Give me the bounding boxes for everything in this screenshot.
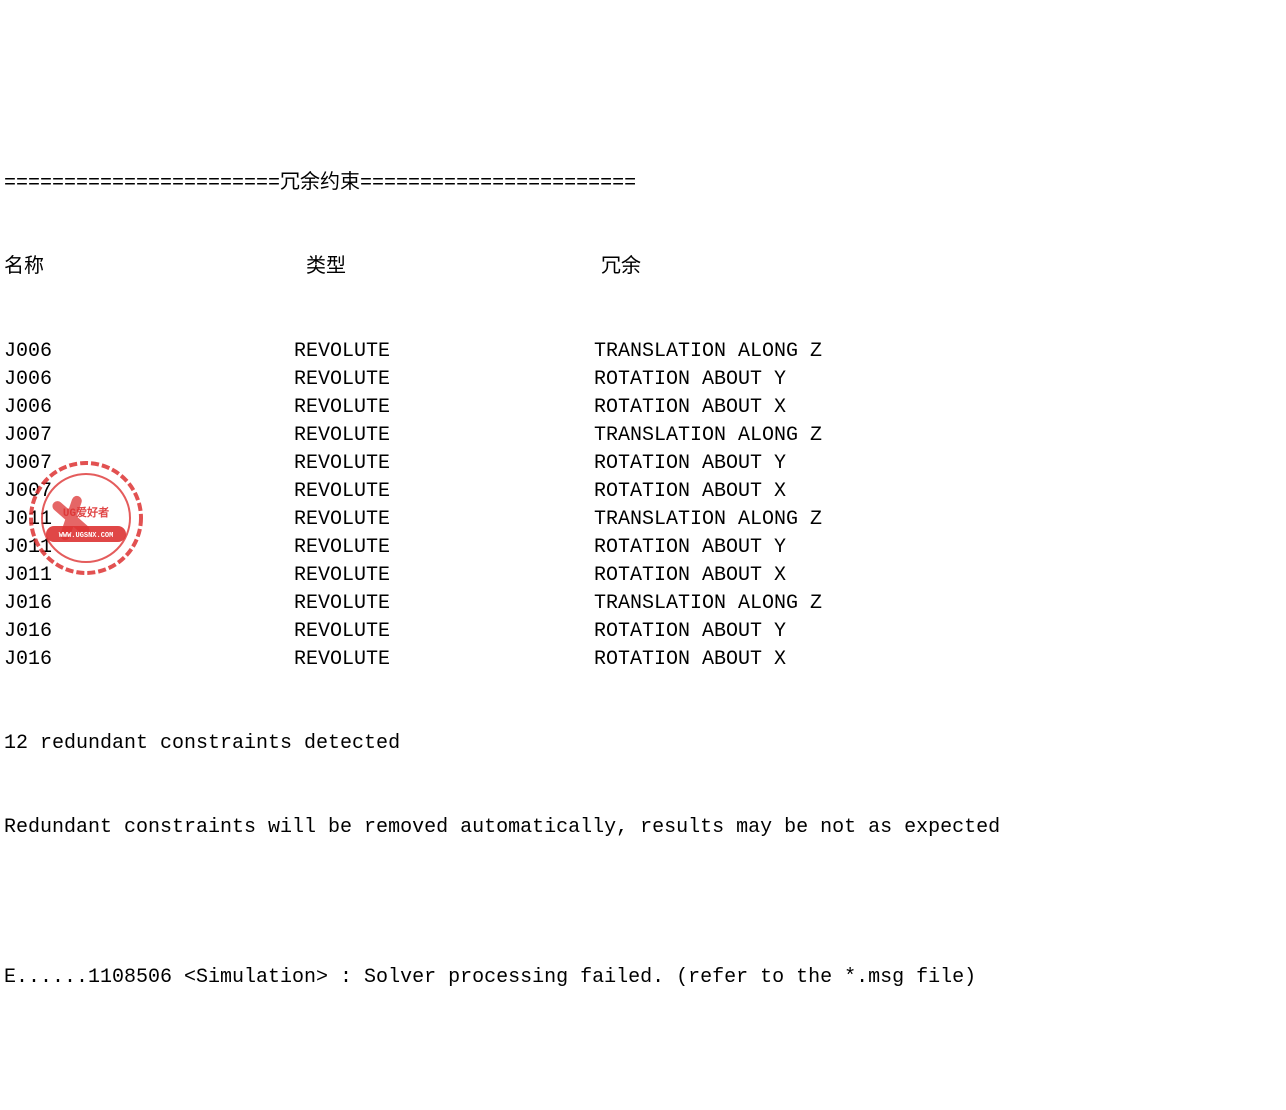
cell-name: J007 — [4, 422, 294, 450]
cell-type: REVOLUTE — [294, 534, 594, 562]
cell-name: J011 — [4, 562, 294, 590]
divider-left: ======================= — [4, 172, 280, 195]
table-row: J016REVOLUTEROTATION ABOUT Y — [4, 618, 1282, 646]
section-title: 冗余约束 — [280, 172, 360, 195]
detected-message: 12 redundant constraints detected — [4, 730, 1282, 758]
cell-redundant: TRANSLATION ALONG Z — [594, 422, 822, 450]
cell-name: J016 — [4, 646, 294, 674]
cell-redundant: ROTATION ABOUT X — [594, 478, 786, 506]
removed-message: Redundant constraints will be removed au… — [4, 814, 1282, 842]
cell-name: J006 — [4, 338, 294, 366]
divider-right: ======================= — [360, 172, 636, 195]
table-row: J007REVOLUTEROTATION ABOUT X — [4, 478, 1282, 506]
cell-name: J011 — [4, 534, 294, 562]
cell-name: J016 — [4, 618, 294, 646]
table-row: J006REVOLUTEROTATION ABOUT Y — [4, 366, 1282, 394]
cell-name: J006 — [4, 394, 294, 422]
table-row: J011REVOLUTEROTATION ABOUT Y — [4, 534, 1282, 562]
cell-name: J007 — [4, 478, 294, 506]
cell-redundant: TRANSLATION ALONG Z — [594, 590, 822, 618]
table-row: J006REVOLUTEROTATION ABOUT X — [4, 394, 1282, 422]
column-header-name: 名称 — [4, 254, 306, 282]
column-header-type: 类型 — [306, 254, 601, 282]
table-row: J007REVOLUTETRANSLATION ALONG Z — [4, 422, 1282, 450]
cell-name: J011 — [4, 506, 294, 534]
cell-type: REVOLUTE — [294, 394, 594, 422]
constraints-table: J006REVOLUTETRANSLATION ALONG ZJ006REVOL… — [4, 338, 1282, 674]
cell-type: REVOLUTE — [294, 478, 594, 506]
table-row: J007REVOLUTEROTATION ABOUT Y — [4, 450, 1282, 478]
column-header-redundant: 冗余 — [601, 254, 641, 282]
table-row: J011REVOLUTEROTATION ABOUT X — [4, 562, 1282, 590]
cell-redundant: ROTATION ABOUT Y — [594, 618, 786, 646]
cell-redundant: ROTATION ABOUT X — [594, 394, 786, 422]
table-row: J006REVOLUTETRANSLATION ALONG Z — [4, 338, 1282, 366]
cell-redundant: ROTATION ABOUT X — [594, 562, 786, 590]
error-message: E......1108506 <Simulation> : Solver pro… — [4, 964, 1282, 992]
cell-type: REVOLUTE — [294, 338, 594, 366]
section-header: =======================冗余约束=============… — [4, 170, 1282, 198]
column-headers: 名称类型冗余 — [4, 254, 1282, 282]
cell-redundant: ROTATION ABOUT Y — [594, 534, 786, 562]
cell-name: J016 — [4, 590, 294, 618]
cell-type: REVOLUTE — [294, 506, 594, 534]
cell-type: REVOLUTE — [294, 590, 594, 618]
cell-type: REVOLUTE — [294, 618, 594, 646]
cell-redundant: ROTATION ABOUT Y — [594, 366, 786, 394]
table-row: J016REVOLUTEROTATION ABOUT X — [4, 646, 1282, 674]
cell-redundant: ROTATION ABOUT Y — [594, 450, 786, 478]
cell-type: REVOLUTE — [294, 646, 594, 674]
cell-type: REVOLUTE — [294, 450, 594, 478]
cell-type: REVOLUTE — [294, 422, 594, 450]
cell-type: REVOLUTE — [294, 366, 594, 394]
table-row: J011REVOLUTETRANSLATION ALONG Z — [4, 506, 1282, 534]
cell-redundant: TRANSLATION ALONG Z — [594, 338, 822, 366]
cell-name: J006 — [4, 366, 294, 394]
table-row: J016REVOLUTETRANSLATION ALONG Z — [4, 590, 1282, 618]
cell-redundant: TRANSLATION ALONG Z — [594, 506, 822, 534]
cell-name: J007 — [4, 450, 294, 478]
cell-redundant: ROTATION ABOUT X — [594, 646, 786, 674]
cell-type: REVOLUTE — [294, 562, 594, 590]
